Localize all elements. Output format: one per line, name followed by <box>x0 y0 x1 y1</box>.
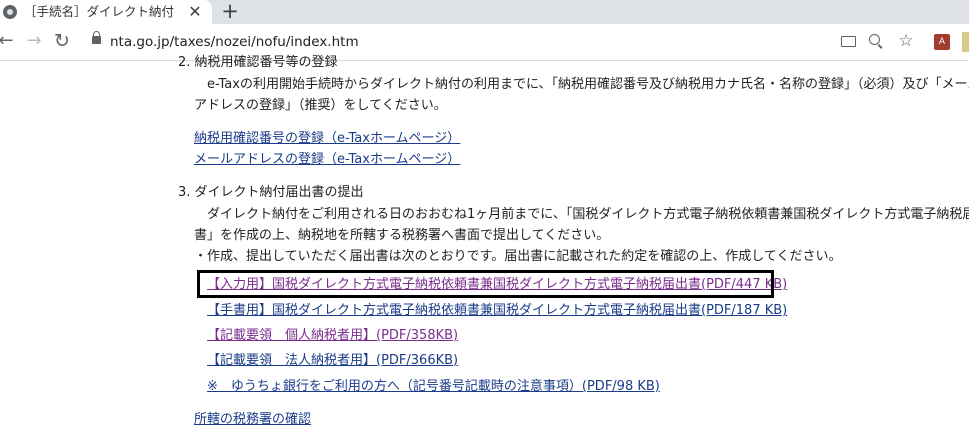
site-favicon-icon <box>3 5 17 19</box>
url-text[interactable]: nta.go.jp/taxes/nozei/nofu/index.htm <box>110 32 359 52</box>
highlight-box <box>197 270 774 298</box>
forward-icon[interactable]: → <box>24 30 44 52</box>
address-bar[interactable]: nta.go.jp/taxes/nozei/nofu/index.htm <box>82 28 937 56</box>
section-2-paragraph-line1: e-Taxの利用開始手続時からダイレクト納付の利用までに、「納税用確認番号及び納… <box>207 77 969 92</box>
link-tax-office-check[interactable]: 所轄の税務署の確認 <box>194 410 311 430</box>
link-guide-corporate[interactable]: 【記載要領 法人納税者用】(PDF/366KB) <box>207 351 458 371</box>
page-content: 2. 納税用確認番号等の登録 e-Taxの利用開始手続時からダイレクト納付の利用… <box>0 55 969 442</box>
extension-icon[interactable] <box>962 32 969 52</box>
link-yucho-notice[interactable]: ※ ゆうちょ銀行をご利用の方へ（記号番号記載時の注意事項）(PDF/98 KB) <box>207 377 660 397</box>
section-2-paragraph-line2: アドレスの登録」（推奨）をしてください。 <box>194 98 447 113</box>
zoom-icon[interactable] <box>869 34 880 45</box>
section-3-note: ・作成、提出していただく届出書は次のとおりです。届出書に記載された約定を確認の上… <box>194 249 842 264</box>
lock-icon[interactable] <box>92 31 101 44</box>
section-2-heading: 2. 納税用確認番号等の登録 <box>178 55 338 70</box>
pdf-extension-icon[interactable]: A <box>934 34 950 50</box>
link-tax-confirmation-registration[interactable]: 納税用確認番号の登録（e-Taxホームページ） <box>194 129 460 149</box>
new-tab-button[interactable]: + <box>220 0 240 24</box>
link-guide-individual[interactable]: 【記載要領 個人納税者用】(PDF/358KB) <box>207 326 458 346</box>
link-form-handwritten-version[interactable]: 【手書用】国税ダイレクト方式電子納税依頼書兼国税ダイレクト方式電子納税届出書(P… <box>207 301 787 321</box>
browser-toolbar: ← → ↻ nta.go.jp/taxes/nozei/nofu/index.h… <box>0 24 969 61</box>
section-3-paragraph-line2: 書」を作成の上、納税地を所轄する税務署へ書面で提出してください。 <box>194 228 610 243</box>
browser-tab[interactable]: ［手続名］ダイレクト納付の手続 ✕ <box>0 0 212 24</box>
reload-icon[interactable]: ↻ <box>52 30 72 52</box>
section-3-paragraph-line1: ダイレクト納付をご利用される日のおおむね1ヶ月前までに、「国税ダイレクト方式電子… <box>207 207 969 222</box>
section-3-heading: 3. ダイレクト納付届出書の提出 <box>178 185 364 200</box>
tab-close-icon[interactable]: ✕ <box>186 2 204 22</box>
tab-title: ［手続名］ダイレクト納付の手続 <box>24 4 174 19</box>
install-app-icon[interactable] <box>841 36 856 47</box>
back-icon[interactable]: ← <box>0 30 16 52</box>
bookmark-star-icon[interactable]: ☆ <box>895 30 917 52</box>
link-email-registration[interactable]: メールアドレスの登録（e-Taxホームページ） <box>194 150 460 170</box>
tab-strip: ［手続名］ダイレクト納付の手続 ✕ + <box>0 0 969 24</box>
